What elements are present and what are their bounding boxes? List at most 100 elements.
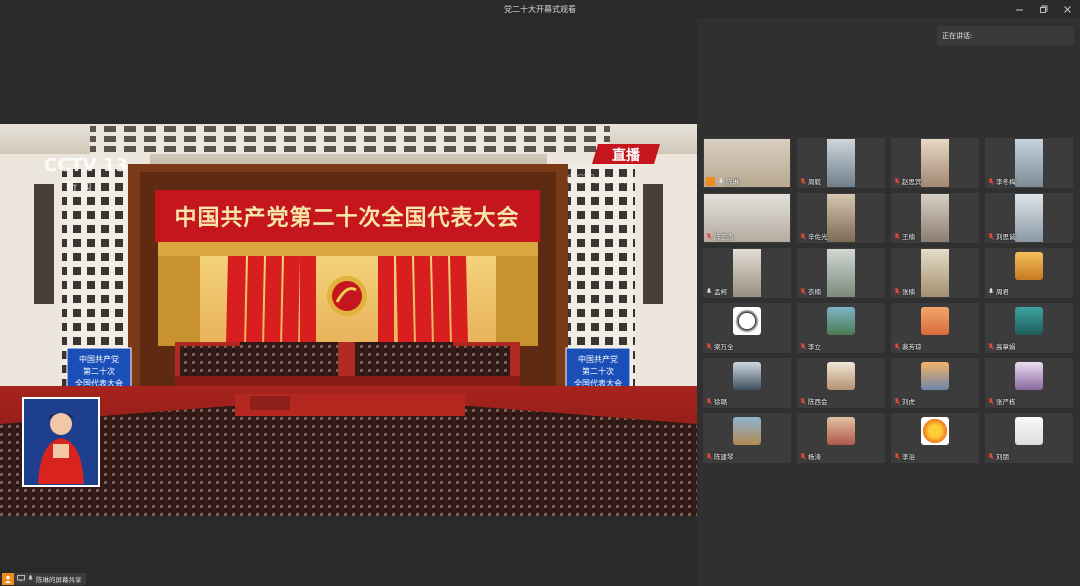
host-icon xyxy=(706,176,715,186)
svg-text:第二十次: 第二十次 xyxy=(582,366,614,376)
banner-text: 中国共产党第二十次全国代表大会 xyxy=(174,205,519,231)
participant-tile[interactable]: 刘虎 xyxy=(891,358,979,408)
participant-tile[interactable]: 刘朋 xyxy=(985,413,1073,463)
participant-label: 张楠 xyxy=(894,286,915,296)
participant-name: 陈琳 xyxy=(726,178,739,186)
mic-muted-icon xyxy=(988,452,994,460)
minimize-icon[interactable] xyxy=(1014,4,1024,14)
participant-name: 陈正杰 xyxy=(714,233,734,241)
participant-tile[interactable]: 刘思诚 xyxy=(985,193,1073,243)
close-icon[interactable] xyxy=(1062,4,1072,14)
mic-muted-icon xyxy=(800,452,806,460)
participant-name: 张楠 xyxy=(902,288,915,296)
mic-icon xyxy=(706,287,712,295)
congress-hall-scene: 中国共产党第二十次全国代表大会 中国共产党 第二十次 全国代表大会 中国共产党 … xyxy=(0,124,697,516)
mic-muted-icon xyxy=(988,232,994,240)
participant-tile[interactable]: 陈正杰 xyxy=(703,193,791,243)
window-title: 党二十大开幕式观看 xyxy=(504,4,576,14)
participant-video-thumbnail xyxy=(1015,417,1043,445)
mic-muted-icon xyxy=(894,177,900,185)
participant-tile[interactable]: 赵思宾 xyxy=(891,138,979,188)
participant-video-thumbnail xyxy=(921,362,949,390)
participant-label: 辛佐光 xyxy=(800,231,828,241)
participant-label: 张严栋 xyxy=(988,396,1016,406)
mic-muted-icon xyxy=(894,452,900,460)
user-icon xyxy=(2,573,14,585)
participant-video-thumbnail xyxy=(921,139,949,187)
participant-label: 杨涛 xyxy=(800,451,821,461)
participant-tile[interactable]: 王楠 xyxy=(891,193,979,243)
mic-muted-icon xyxy=(706,232,712,240)
mic-muted-icon xyxy=(894,287,900,295)
restore-icon[interactable] xyxy=(1038,4,1048,14)
participant-video-thumbnail xyxy=(1015,194,1043,242)
participant-label: 陈琳 xyxy=(706,176,739,186)
participant-label: 孟柯 xyxy=(706,286,727,296)
participant-name: 衣楠 xyxy=(808,288,821,296)
participant-video-thumbnail xyxy=(921,249,949,297)
participant-tile[interactable]: 陈建琴 xyxy=(703,413,791,463)
participant-video-thumbnail xyxy=(733,249,761,297)
mic-muted-icon xyxy=(706,452,712,460)
participant-name: 周君 xyxy=(996,288,1009,296)
participant-tile[interactable]: 张严栋 xyxy=(985,358,1073,408)
channel-logo: CCTV 13 xyxy=(44,155,128,176)
participant-tile[interactable]: 李立 xyxy=(797,303,885,353)
participant-tile[interactable]: 衣楠 xyxy=(797,248,885,298)
participant-video-thumbnail xyxy=(733,362,761,390)
participant-tile[interactable]: 高章娟 xyxy=(985,303,1073,353)
participant-name: 杨涛 xyxy=(808,453,821,461)
participant-video-thumbnail xyxy=(827,417,855,445)
participant-video-thumbnail xyxy=(921,417,949,445)
participant-video-thumbnail xyxy=(1015,362,1043,390)
participant-tile[interactable]: 徐璐 xyxy=(703,358,791,408)
participant-video-thumbnail xyxy=(827,139,855,187)
participant-name: 王楠 xyxy=(902,233,915,241)
live-video-stream: 中国共产党第二十次全国代表大会 中国共产党 第二十次 全国代表大会 中国共产党 … xyxy=(0,124,697,516)
participant-name: 周毅 xyxy=(808,178,821,186)
participant-video-thumbnail xyxy=(827,194,855,242)
participant-name: 刘虎 xyxy=(902,398,915,406)
participant-tile[interactable]: 孟柯 xyxy=(703,248,791,298)
mic-icon xyxy=(718,177,724,185)
participant-tile[interactable]: 梁万全 xyxy=(703,303,791,353)
participant-tile[interactable]: 李治 xyxy=(891,413,979,463)
participant-video-thumbnail xyxy=(827,307,855,335)
participant-tile[interactable]: 杨涛 xyxy=(797,413,885,463)
participant-name: 孟柯 xyxy=(714,288,727,296)
participant-name: 裴芳琼 xyxy=(902,343,922,351)
participant-tile[interactable]: 周毅 xyxy=(797,138,885,188)
monitor-icon xyxy=(17,574,25,584)
participant-label: 陈西会 xyxy=(800,396,828,406)
participant-tile[interactable]: 李冬梅 xyxy=(985,138,1073,188)
mic-muted-icon xyxy=(988,342,994,350)
participant-video-thumbnail xyxy=(921,307,949,335)
bottom-status-bar: 陈琳的屏幕共享 xyxy=(0,572,697,586)
participant-name: 高章娟 xyxy=(996,343,1016,351)
participant-name: 赵思宾 xyxy=(902,178,922,186)
participant-tile[interactable]: 周君 xyxy=(985,248,1073,298)
screen-share-indicator[interactable]: 陈琳的屏幕共享 xyxy=(2,573,86,585)
participant-label: 高章娟 xyxy=(988,341,1016,351)
participant-tile[interactable]: 陈琳 xyxy=(703,138,791,188)
mic-muted-icon xyxy=(706,397,712,405)
participant-tile[interactable]: 陈西会 xyxy=(797,358,885,408)
participant-name: 梁万全 xyxy=(714,343,734,351)
participant-video-thumbnail xyxy=(733,307,761,335)
participant-label: 徐璐 xyxy=(706,396,727,406)
mic-muted-icon xyxy=(894,232,900,240)
meeting-window: 党二十大开幕式观看 中国共产党第二十次全国代表大会 中国共产党 第二十次 全国代… xyxy=(0,0,1080,586)
participant-grid: 陈琳 周毅 赵思宾 李冬梅陈正杰 辛佐光 王楠 刘思诚孟柯 衣楠 张楠 周君梁万全 李立 裴芳琼 高章娟… xyxy=(703,138,1073,463)
participant-tile[interactable]: 裴芳琼 xyxy=(891,303,979,353)
participant-video-thumbnail xyxy=(827,249,855,297)
participant-name: 陈西会 xyxy=(808,398,828,406)
participant-name: 李治 xyxy=(902,453,915,461)
participant-tile[interactable]: 张楠 xyxy=(891,248,979,298)
participants-panel: 正在讲话: 陈琳 周毅 赵思宾 李冬梅 陈正杰 辛佐光 王楠 刘思诚 孟柯 衣楠 张楠 周君 梁万全 李立… xyxy=(697,18,1080,586)
participant-label: 陈建琴 xyxy=(706,451,734,461)
participant-label: 周君 xyxy=(988,286,1009,296)
participant-label: 赵思宾 xyxy=(894,176,922,186)
window-controls xyxy=(1014,0,1072,18)
participant-tile[interactable]: 辛佐光 xyxy=(797,193,885,243)
participant-video-thumbnail xyxy=(1015,252,1043,280)
